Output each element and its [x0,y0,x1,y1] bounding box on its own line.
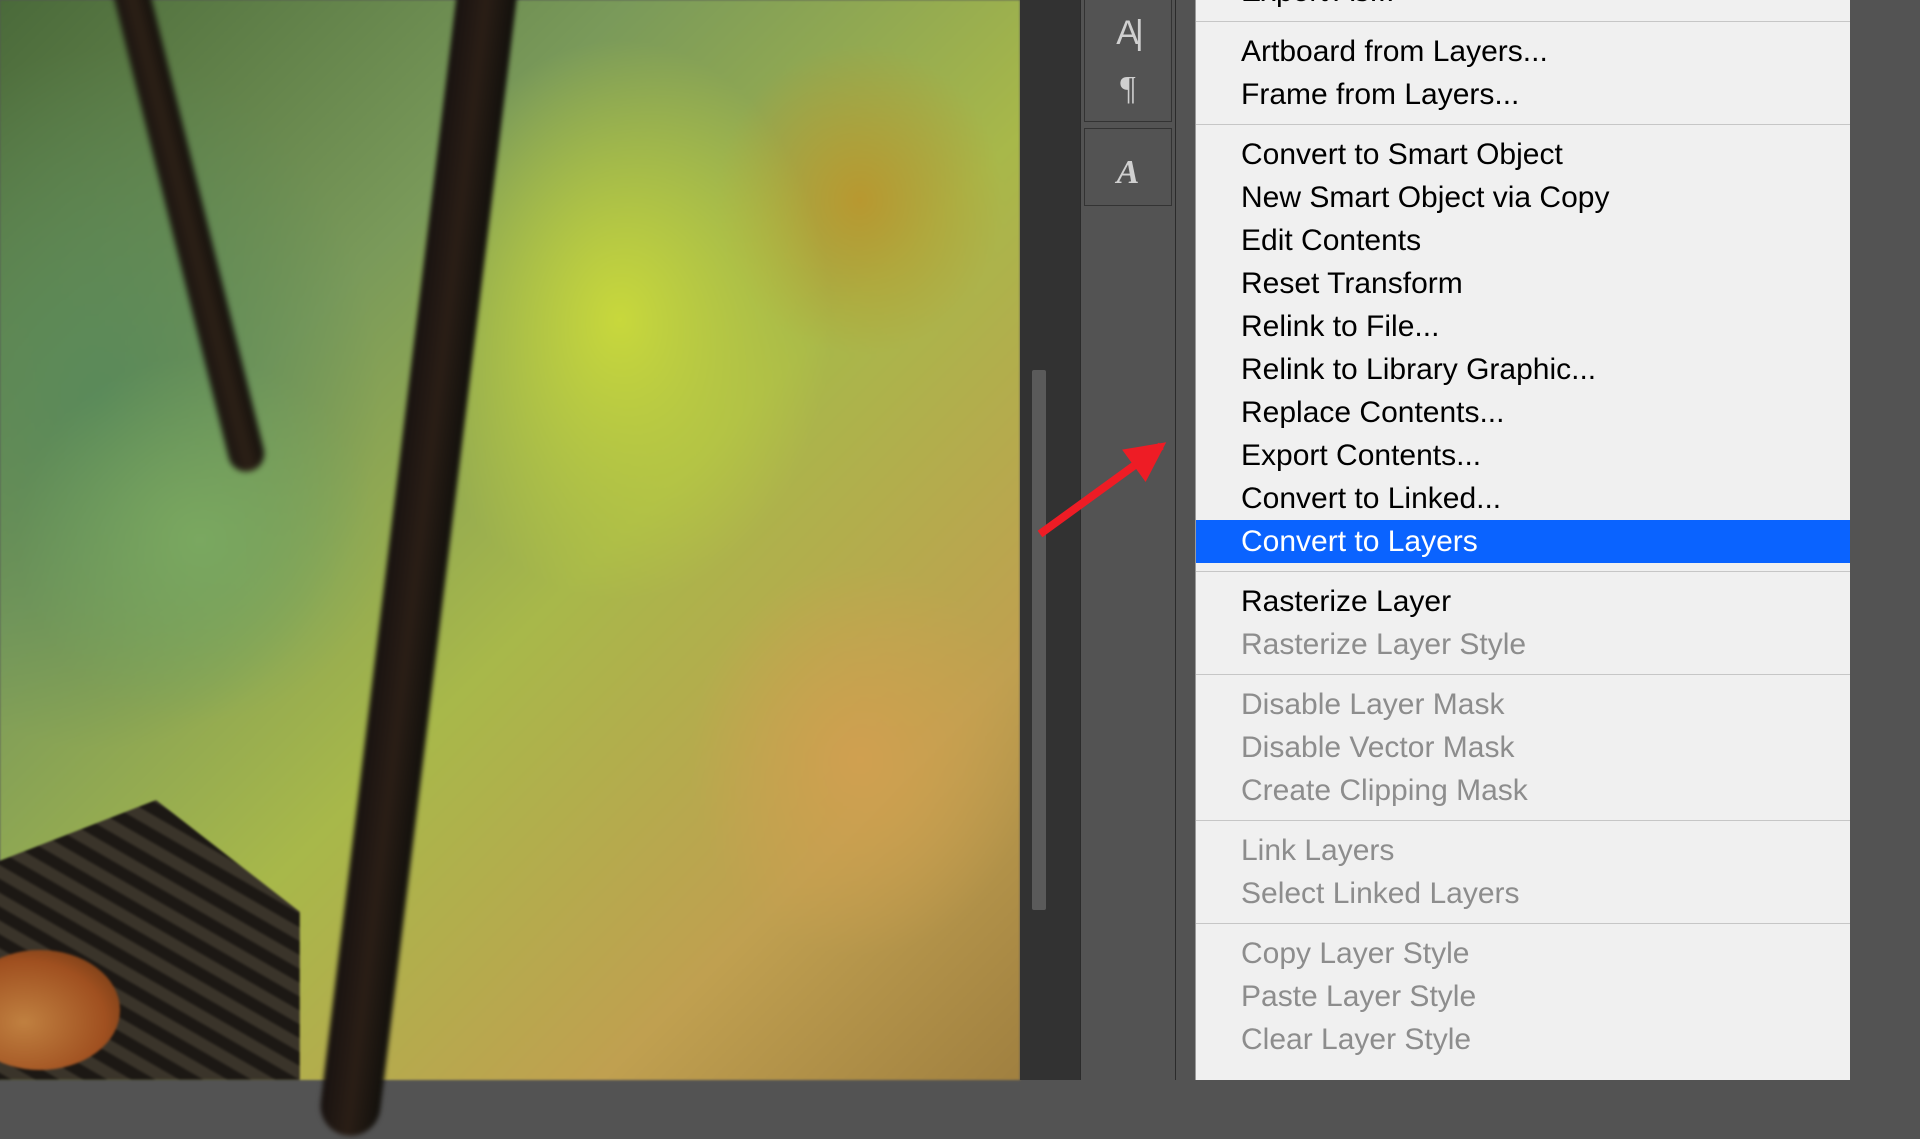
menu-separator [1196,21,1850,22]
menu-item: Copy Layer Style [1196,932,1850,975]
menu-item: Clear Layer Style [1196,1018,1850,1061]
photo-branch [317,0,523,1139]
photo-bird [0,800,300,1080]
menu-item[interactable]: Convert to Layers [1196,520,1850,563]
layer-context-menu: Export As... Artboard from Layers...Frame… [1195,0,1850,1080]
menu-item[interactable]: Export As... [1196,0,1850,13]
menu-item: Disable Layer Mask [1196,683,1850,726]
paragraph-panel-icon[interactable]: ¶ [1098,61,1158,117]
menu-item[interactable]: Edit Contents [1196,219,1850,262]
menu-separator [1196,124,1850,125]
menu-separator [1196,923,1850,924]
menu-item: Select Linked Layers [1196,872,1850,915]
vertical-scrollbar-thumb[interactable] [1032,370,1046,910]
menu-separator [1196,571,1850,572]
menu-item[interactable]: New Smart Object via Copy [1196,176,1850,219]
menu-item[interactable]: Convert to Linked... [1196,477,1850,520]
menu-item[interactable]: Reset Transform [1196,262,1850,305]
menu-separator [1196,674,1850,675]
character-panel-icon[interactable]: A| [1098,5,1158,61]
menu-item: Paste Layer Style [1196,975,1850,1018]
menu-item[interactable]: Relink to Library Graphic... [1196,348,1850,391]
glyphs-panel-icon[interactable]: A [1098,145,1158,201]
menu-item[interactable]: Rasterize Layer [1196,580,1850,623]
menu-item: Rasterize Layer Style [1196,623,1850,666]
photo-branch-secondary [88,0,268,475]
menu-item[interactable]: Convert to Smart Object [1196,133,1850,176]
menu-item: Link Layers [1196,829,1850,872]
type-panel-strip: A| ¶ A [1080,0,1176,1080]
vertical-scrollbar-track[interactable] [1020,0,1080,1080]
menu-item[interactable]: Relink to File... [1196,305,1850,348]
menu-item[interactable]: Replace Contents... [1196,391,1850,434]
menu-item: Disable Vector Mask [1196,726,1850,769]
menu-item[interactable]: Artboard from Layers... [1196,30,1850,73]
document-canvas[interactable] [0,0,1020,1080]
menu-item[interactable]: Frame from Layers... [1196,73,1850,116]
menu-item: Create Clipping Mask [1196,769,1850,812]
menu-separator [1196,820,1850,821]
menu-item[interactable]: Export Contents... [1196,434,1850,477]
